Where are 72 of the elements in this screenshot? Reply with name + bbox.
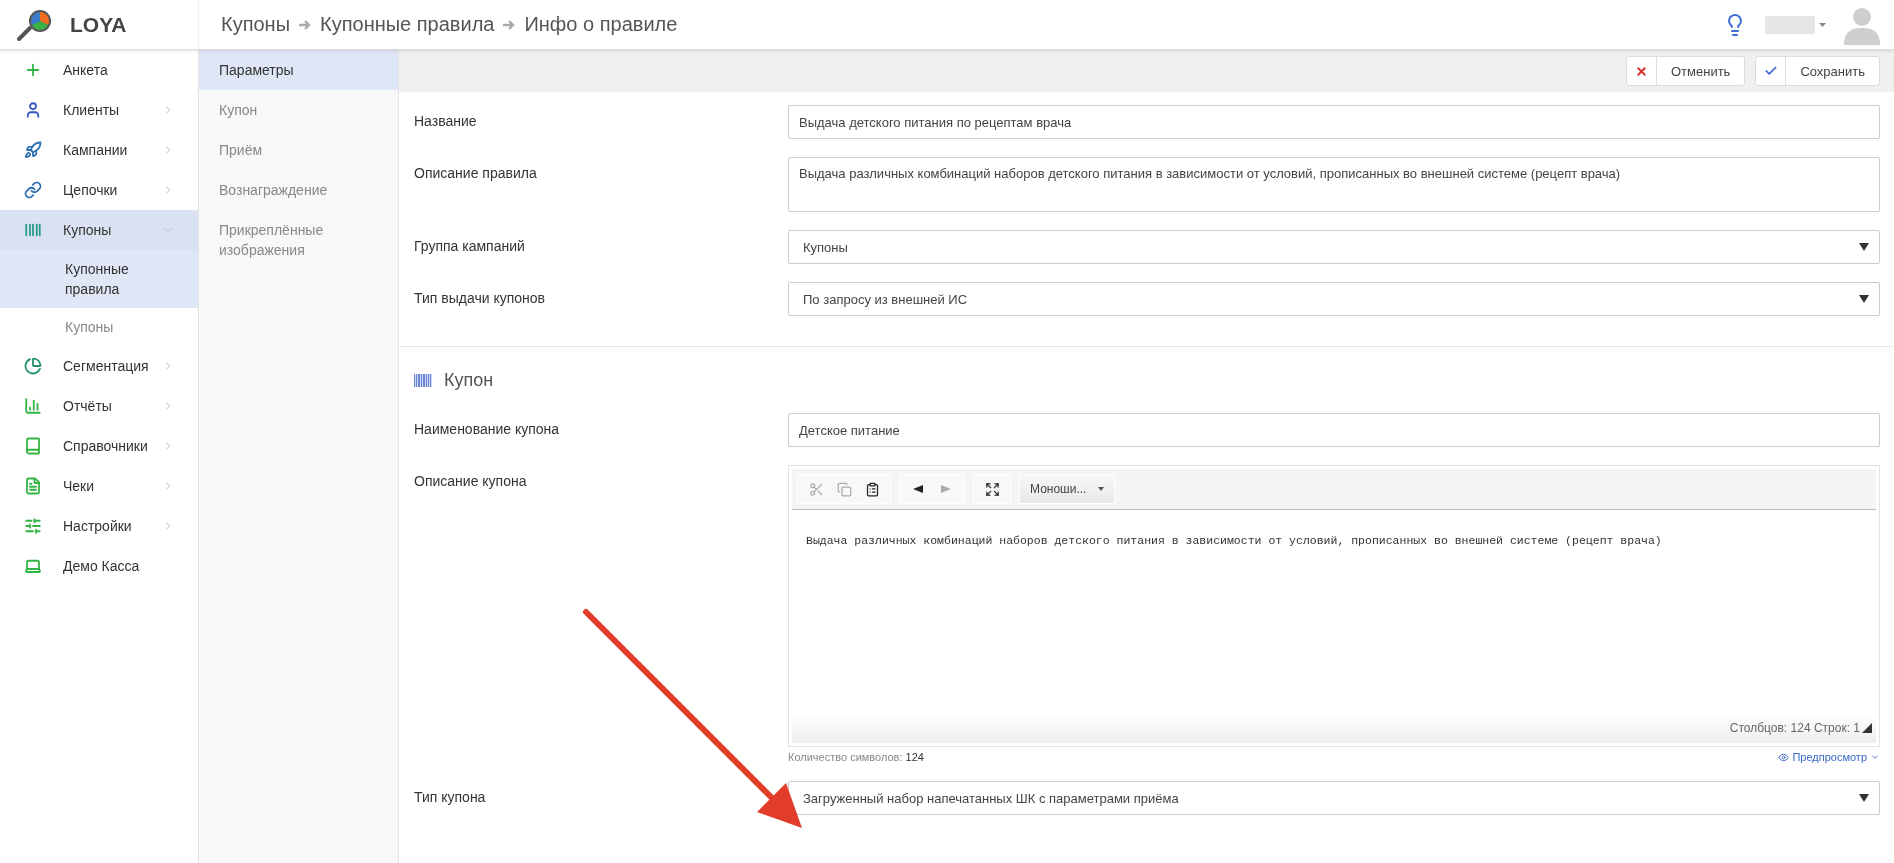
- clipboard-icon: [864, 481, 880, 497]
- breadcrumb-link[interactable]: Купоны: [221, 13, 291, 36]
- book-icon: [24, 437, 42, 455]
- barcode-icon: [414, 373, 432, 387]
- dropdown-value: Загруженный набор напечатанных ШК с параметрами приёма: [803, 790, 1179, 806]
- copy-icon: [836, 481, 852, 497]
- submenu-item[interactable]: Купонные правила: [0, 250, 198, 308]
- breadcrumb-link[interactable]: Купонные правила: [320, 13, 495, 36]
- caret-icon: [1859, 295, 1869, 303]
- sidebar-item[interactable]: Купоны: [0, 210, 198, 250]
- section-title: Купон: [444, 369, 494, 391]
- right-triangle-icon: [941, 485, 951, 493]
- dropdown-field[interactable]: Загруженный набор напечатанных ШК с параметрами приёма: [788, 781, 1880, 815]
- scissors-icon: [808, 481, 824, 497]
- arrow-right-icon: [298, 17, 313, 32]
- font-dropdown[interactable]: Моноши...: [1019, 474, 1116, 504]
- caret-icon: [1819, 22, 1826, 27]
- character-count: Количество символов: 124: [788, 751, 924, 763]
- caret-icon: [1859, 243, 1869, 251]
- sidebar-item[interactable]: Сегментация: [0, 346, 198, 386]
- cancel-button[interactable]: Отменить: [1626, 56, 1746, 86]
- caret-icon: [1859, 794, 1869, 802]
- sidebar-item[interactable]: Настройки: [0, 506, 198, 546]
- sidebar-item[interactable]: Клиенты: [0, 90, 198, 130]
- sidebar-item[interactable]: Цепочки: [0, 170, 198, 210]
- sidebar-item[interactable]: Анкета: [0, 50, 198, 90]
- dropdown-value: По запросу из внешней ИС: [803, 291, 968, 307]
- textarea-field[interactable]: Выдача различных комбинаций наборов детского питания в зависимости от условий, прописанных во внешней системе (рецепт врача): [788, 157, 1880, 212]
- link-icon: [24, 181, 42, 199]
- sidebar-item[interactable]: Чеки: [0, 466, 198, 506]
- eye-icon: [1778, 751, 1790, 763]
- breadcrumb-link[interactable]: Инфо о правиле: [524, 13, 678, 36]
- sidebar-item[interactable]: Справочники: [0, 426, 198, 466]
- field-label: Тип выдачи купонов: [414, 290, 545, 306]
- pie-chart-icon: [24, 357, 42, 375]
- text-field[interactable]: Детское питание: [788, 413, 1880, 447]
- preview-link[interactable]: Предпросмотр: [1778, 751, 1880, 763]
- caret-icon: [1098, 487, 1105, 491]
- field-label: Наименование купона: [414, 421, 560, 437]
- user-icon: [24, 101, 42, 119]
- plus-icon: [24, 61, 42, 79]
- editor-text[interactable]: Выдача различных комбинаций наборов детского питания в зависимости от условий, прописанных во внешней системе (рецепт врача): [792, 510, 1876, 713]
- arrow-right-icon: [502, 17, 517, 32]
- save-button[interactable]: Сохранить: [1755, 56, 1880, 86]
- section-tab[interactable]: Параметры: [199, 50, 398, 90]
- close-icon: [1635, 64, 1648, 78]
- check-icon: [1763, 64, 1778, 78]
- bar-chart-icon: [24, 397, 42, 415]
- submenu-item[interactable]: Купоны: [0, 308, 198, 346]
- sidebar-item[interactable]: Демо Касса: [0, 546, 198, 586]
- text-field[interactable]: Выдача детского питания по рецептам врача: [788, 105, 1880, 139]
- expand-icon: [984, 481, 1000, 497]
- sidebar-item[interactable]: Кампании: [0, 130, 198, 170]
- status-text: Столбцов: 124 Строк: 1: [1729, 721, 1860, 735]
- field-label: Описание правила: [414, 165, 537, 181]
- barcode-icon: [24, 221, 42, 239]
- left-triangle-icon: [913, 485, 923, 493]
- sliders-icon: [24, 517, 42, 535]
- rocket-icon: [24, 141, 42, 159]
- dropdown-field[interactable]: Купоны: [788, 230, 1880, 264]
- resize-handle-icon[interactable]: [1862, 723, 1872, 733]
- field-label: Название: [414, 113, 477, 129]
- field-label: Группа кампаний: [414, 238, 525, 254]
- document-icon: [24, 477, 42, 495]
- field-label: Описание купона: [414, 473, 527, 489]
- sidebar-item[interactable]: Отчёты: [0, 386, 198, 426]
- field-label: Тип купона: [414, 789, 486, 805]
- chevron-down-icon: [1870, 752, 1880, 762]
- dropdown-value: Купоны: [803, 239, 848, 255]
- dropdown-field[interactable]: По запросу из внешней ИС: [788, 282, 1880, 316]
- logo-text: LOYA: [70, 12, 127, 37]
- laptop-icon: [24, 557, 42, 575]
